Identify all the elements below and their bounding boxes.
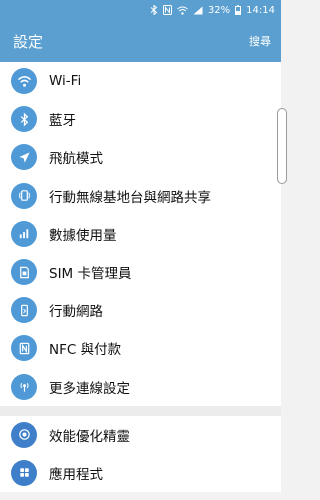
settings-item-wifi[interactable]: Wi-Fi xyxy=(0,62,281,100)
settings-item-bluetooth[interactable]: 藍牙 xyxy=(0,100,281,138)
settings-item-label: 數據使用量 xyxy=(49,227,117,244)
optimize-icon xyxy=(11,421,37,448)
settings-item-data-usage[interactable]: 數據使用量 xyxy=(0,215,281,253)
settings-item-hotspot[interactable]: 行動無線基地台與網路共享 xyxy=(0,177,281,215)
scroll-handle[interactable] xyxy=(277,108,287,184)
search-button[interactable]: 搜尋 xyxy=(249,33,271,49)
settings-item-label: Wi-Fi xyxy=(49,73,82,90)
settings-item-label: 行動網路 xyxy=(49,304,103,321)
battery-percent: 32% xyxy=(207,4,231,16)
section-divider xyxy=(0,405,281,416)
settings-item-label: 藍牙 xyxy=(49,113,76,130)
settings-item-smart-manager[interactable]: 效能優化精靈 xyxy=(0,416,281,454)
battery-icon xyxy=(235,5,242,15)
signal-icon xyxy=(193,6,203,15)
apps-icon xyxy=(11,459,37,486)
connections-list: Wi-Fi 藍牙 飛航模式 行動無線基地台與網路共享 數據使用量 SIM 卡管理… xyxy=(0,62,281,406)
wifi-status-icon xyxy=(177,6,188,15)
nfc-status-icon xyxy=(162,5,172,15)
settings-item-label: 效能優化精靈 xyxy=(49,428,130,445)
hotspot-icon xyxy=(11,182,37,209)
mobile-network-icon xyxy=(11,297,37,324)
wifi-icon xyxy=(11,68,37,95)
settings-item-more-connections[interactable]: 更多連線設定 xyxy=(0,368,281,406)
airplane-icon xyxy=(11,144,37,171)
data-usage-icon xyxy=(11,220,37,247)
page-title: 設定 xyxy=(13,32,44,51)
more-connections-icon xyxy=(11,373,37,400)
settings-item-label: 行動無線基地台與網路共享 xyxy=(49,189,211,206)
settings-item-airplane-mode[interactable]: 飛航模式 xyxy=(0,138,281,176)
settings-item-label: 飛航模式 xyxy=(49,151,103,168)
settings-item-applications[interactable]: 應用程式 xyxy=(0,454,281,492)
sim-icon xyxy=(11,259,37,286)
settings-item-mobile-networks[interactable]: 行動網路 xyxy=(0,291,281,329)
status-bar: 32% 14:14 xyxy=(0,0,281,20)
settings-item-sim-manager[interactable]: SIM 卡管理員 xyxy=(0,253,281,291)
clock: 14:14 xyxy=(246,4,275,16)
app-bar: 設定 搜尋 xyxy=(0,20,281,62)
settings-item-nfc[interactable]: NFC 與付款 xyxy=(0,329,281,367)
settings-item-label: 更多連線設定 xyxy=(49,380,130,397)
bluetooth-status-icon xyxy=(150,5,158,15)
settings-item-label: 應用程式 xyxy=(49,466,103,483)
settings-item-label: SIM 卡管理員 xyxy=(49,266,132,283)
device-list: 效能優化精靈 應用程式 xyxy=(0,415,281,493)
settings-item-label: NFC 與付款 xyxy=(49,342,122,359)
nfc-icon xyxy=(11,335,37,362)
bluetooth-icon xyxy=(11,106,37,133)
